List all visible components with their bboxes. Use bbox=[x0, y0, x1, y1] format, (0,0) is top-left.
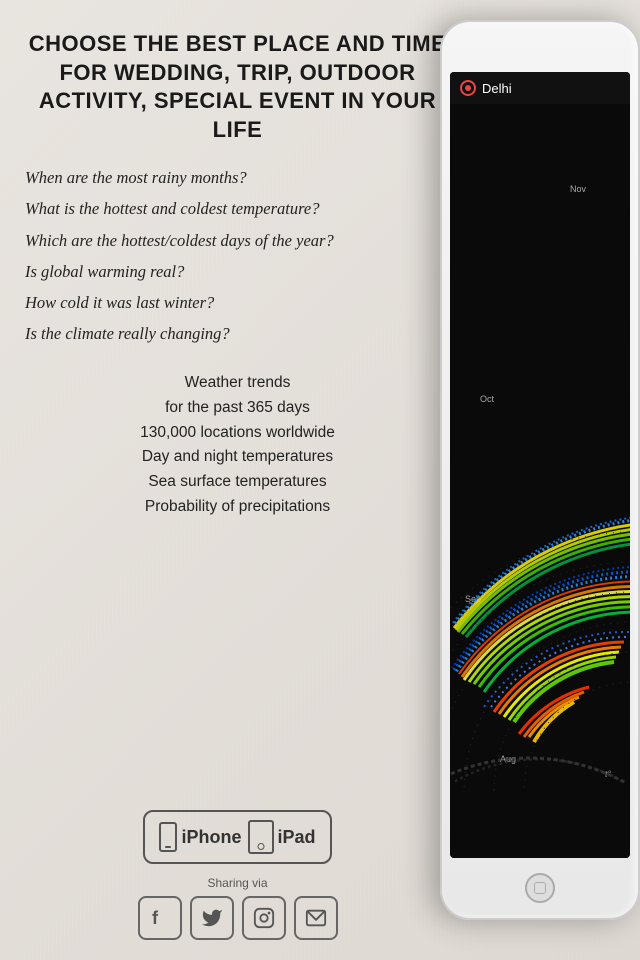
home-button-inner bbox=[534, 882, 546, 894]
svg-text:Oct: Oct bbox=[480, 394, 495, 404]
volume-button bbox=[440, 122, 442, 152]
iphone-screen: Delhi Nov Oct Sep bbox=[450, 72, 630, 858]
svg-text:Nov: Nov bbox=[570, 184, 587, 194]
instagram-icon[interactable] bbox=[242, 896, 286, 940]
iphone-label: iPhone bbox=[181, 827, 241, 848]
question-4: Is global warming real? bbox=[25, 260, 450, 283]
screen-header: Delhi bbox=[450, 72, 630, 104]
main-container: CHOOSE THE BEST PLACE AND TIME FOR WEDDI… bbox=[0, 0, 640, 960]
screen-content: Delhi Nov Oct Sep bbox=[450, 72, 630, 858]
iphone-device-right: Delhi Nov Oct Sep bbox=[440, 20, 640, 940]
radial-chart: Nov Oct Sep Aug bbox=[450, 112, 630, 858]
chart-svg: Nov Oct Sep Aug bbox=[450, 112, 630, 792]
feature-5: Sea surface temperatures bbox=[25, 470, 450, 495]
home-button[interactable] bbox=[525, 873, 555, 903]
email-icon[interactable] bbox=[294, 896, 338, 940]
question-5: How cold it was last winter? bbox=[25, 291, 450, 314]
ipad-label: iPad bbox=[278, 827, 316, 848]
ipad-device-icon bbox=[248, 820, 274, 854]
sharing-label: Sharing via bbox=[138, 876, 338, 890]
features-section: Weather trends for the past 365 days 130… bbox=[25, 371, 450, 520]
question-3: Which are the hottest/coldest days of th… bbox=[25, 229, 450, 252]
facebook-icon[interactable]: f bbox=[138, 896, 182, 940]
feature-6: Probability of precipitations bbox=[25, 495, 450, 520]
feature-1: Weather trends bbox=[25, 371, 450, 396]
made-for-badge: iPhone iPad bbox=[143, 810, 331, 864]
iphone-device-icon bbox=[159, 822, 177, 852]
chart-rings bbox=[450, 514, 630, 792]
city-indicator-icon bbox=[460, 80, 476, 96]
sharing-section: Sharing via f bbox=[138, 876, 338, 940]
headline: CHOOSE THE BEST PLACE AND TIME FOR WEDDI… bbox=[25, 30, 450, 144]
twitter-icon[interactable] bbox=[190, 896, 234, 940]
question-2: What is the hottest and coldest temperat… bbox=[25, 197, 450, 220]
question-1: When are the most rainy months? bbox=[25, 166, 450, 189]
feature-2: for the past 365 days bbox=[25, 396, 450, 421]
feature-4: Day and night temperatures bbox=[25, 445, 450, 470]
feature-3: 130,000 locations worldwide bbox=[25, 421, 450, 446]
social-icons-row: f bbox=[138, 896, 338, 940]
iphone-body: Delhi Nov Oct Sep bbox=[440, 20, 640, 920]
left-content: CHOOSE THE BEST PLACE AND TIME FOR WEDDI… bbox=[0, 0, 480, 960]
city-name: Delhi bbox=[482, 81, 512, 96]
ipad-badge: iPad bbox=[248, 820, 316, 854]
badge-section: iPhone iPad Sharing via f bbox=[25, 810, 450, 940]
iphone-badge: iPhone bbox=[159, 822, 241, 852]
svg-text:t°: t° bbox=[605, 769, 612, 779]
question-6: Is the climate really changing? bbox=[25, 322, 450, 345]
questions-section: When are the most rainy months? What is … bbox=[25, 166, 450, 353]
svg-text:f: f bbox=[152, 908, 159, 928]
